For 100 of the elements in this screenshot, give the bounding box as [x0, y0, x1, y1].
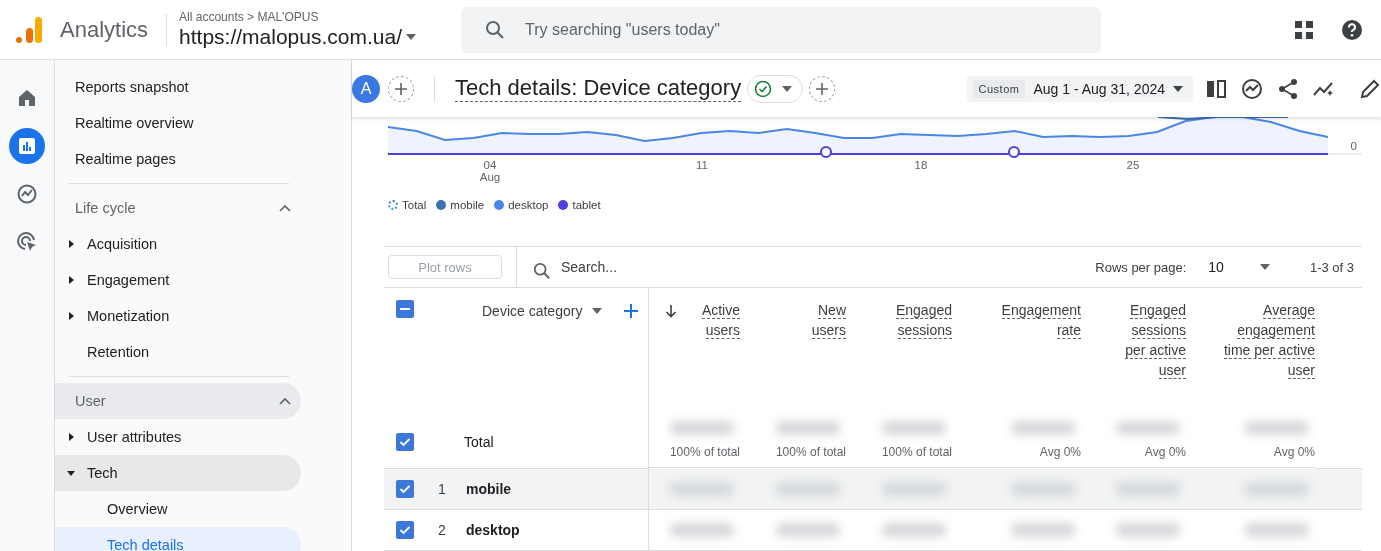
caret-icon	[782, 85, 793, 92]
date-range-picker[interactable]: Custom Aug 1 - Aug 31, 2024	[966, 75, 1193, 102]
column-header[interactable]: Engagement rate	[952, 288, 1081, 416]
total-label: Total	[464, 434, 494, 450]
column-header[interactable]: Engaged sessions per active user	[1081, 288, 1186, 416]
total-note: 100% of total	[669, 445, 740, 459]
legend-label: tablet	[572, 199, 601, 211]
total-note: 100% of total	[881, 445, 952, 459]
caret-icon	[406, 34, 416, 40]
chevron-up-icon	[279, 397, 291, 405]
column-header[interactable]: Active users	[649, 288, 740, 416]
nav-item[interactable]: User attributes	[55, 419, 301, 455]
search-icon	[485, 19, 506, 40]
insights-icon[interactable]	[1241, 77, 1263, 100]
redacted-value	[1011, 421, 1075, 435]
redacted-value	[1116, 421, 1180, 435]
checkbox[interactable]	[396, 300, 414, 318]
nav-label: Acquisition	[87, 236, 158, 252]
row-label: mobile	[466, 481, 512, 497]
table-row[interactable]: 2 desktop	[384, 510, 1362, 551]
nav-label: User attributes	[87, 429, 182, 445]
analytics-logo-icon	[14, 14, 44, 45]
rows-per-page-label: Rows per page:	[1095, 259, 1187, 275]
column-header[interactable]: Engaged sessions	[846, 288, 952, 416]
nav-item[interactable]: Acquisition	[55, 226, 301, 262]
nav-label: Retention	[87, 344, 150, 360]
property-selector[interactable]: https://malopus.com.ua/	[179, 25, 450, 49]
share-icon[interactable]	[1277, 77, 1299, 100]
nav-section-header[interactable]: Life cycle	[55, 190, 301, 226]
redacted-value	[670, 421, 734, 435]
nav-section-header[interactable]: User	[55, 383, 301, 419]
caret-icon	[1259, 264, 1270, 270]
compare-icon[interactable]	[1205, 77, 1227, 100]
redacted-value	[1011, 523, 1075, 537]
caret-right-icon	[67, 312, 75, 320]
nav-label: Engagement	[87, 272, 170, 288]
caret-icon	[592, 308, 603, 314]
column-header[interactable]: Average engagement time per active user	[1186, 288, 1315, 416]
nav-item[interactable]: Engagement	[55, 262, 301, 298]
legend-label: desktop	[508, 199, 549, 211]
caret-right-icon	[67, 276, 75, 284]
nav-item[interactable]: Retention	[55, 334, 301, 370]
axis-label: Aug	[479, 171, 501, 183]
nav-item[interactable]: Tech	[55, 455, 301, 491]
table-search-field[interactable]: Search...	[533, 255, 761, 279]
checkbox[interactable]	[396, 433, 414, 451]
nav-item[interactable]: Overview	[55, 491, 301, 527]
edit-icon[interactable]	[1359, 77, 1381, 100]
check-icon	[399, 524, 411, 536]
add-comparison-button[interactable]	[388, 75, 414, 102]
search-icon	[533, 262, 551, 280]
comparison-avatar[interactable]: A	[352, 74, 380, 103]
total-note: Avg 0%	[1273, 445, 1315, 459]
explore-icon	[16, 183, 38, 205]
axis-label: 04	[483, 159, 497, 171]
nav-item[interactable]: Tech details	[55, 527, 301, 551]
legend-label: Total	[402, 199, 427, 211]
sort-arrow-icon	[665, 304, 677, 318]
nav-item[interactable]: Reports snapshot	[55, 69, 301, 105]
product-name: Analytics	[60, 16, 149, 43]
date-range: Aug 1 - Aug 31, 2024	[1033, 80, 1165, 97]
total-note: Avg 0%	[1039, 445, 1081, 459]
redacted-value	[1245, 421, 1309, 435]
apps-icon[interactable]	[1293, 18, 1315, 41]
row-label: desktop	[466, 522, 520, 538]
caret-right-icon	[67, 433, 75, 441]
status-dropdown[interactable]	[747, 74, 804, 103]
plus-icon	[815, 81, 830, 96]
help-icon[interactable]	[1341, 18, 1363, 41]
column-header[interactable]: New users	[740, 288, 846, 416]
add-filter-button[interactable]	[809, 75, 836, 102]
checkbox[interactable]	[396, 480, 414, 498]
caret-down-icon	[67, 469, 75, 477]
axis-label: 11	[696, 159, 708, 171]
breadcrumb[interactable]: All accounts > MAL'OPUS	[179, 10, 450, 24]
advertising-icon	[16, 231, 38, 253]
reports-icon	[18, 137, 36, 155]
check-icon	[399, 436, 411, 448]
nav-item[interactable]: Realtime overview	[55, 105, 301, 141]
reports-button[interactable]	[9, 128, 45, 164]
redacted-value	[1116, 523, 1180, 537]
search-field[interactable]: Try searching "users today"	[461, 6, 1102, 53]
checkbox[interactable]	[396, 521, 414, 539]
redacted-value	[670, 523, 734, 537]
home-icon	[17, 88, 37, 108]
redacted-value	[882, 421, 946, 435]
total-note: 100% of total	[775, 445, 846, 459]
pagination-text: 1-3 of 3	[1309, 259, 1354, 275]
redacted-value	[776, 523, 840, 537]
add-icon[interactable]	[624, 304, 639, 318]
redacted-value	[882, 523, 946, 537]
nav-item[interactable]: Monetization	[55, 298, 301, 334]
table-row[interactable]: 1 mobile	[384, 469, 1362, 510]
dimension-selector[interactable]: Device category	[482, 300, 639, 322]
rows-per-page-select[interactable]: 10	[1208, 259, 1270, 275]
redacted-value	[776, 421, 840, 435]
row-index: 1	[437, 481, 447, 497]
legend-label: mobile	[450, 199, 485, 211]
axis-label: 0	[1350, 140, 1357, 152]
nav-item[interactable]: Realtime pages	[55, 141, 301, 177]
